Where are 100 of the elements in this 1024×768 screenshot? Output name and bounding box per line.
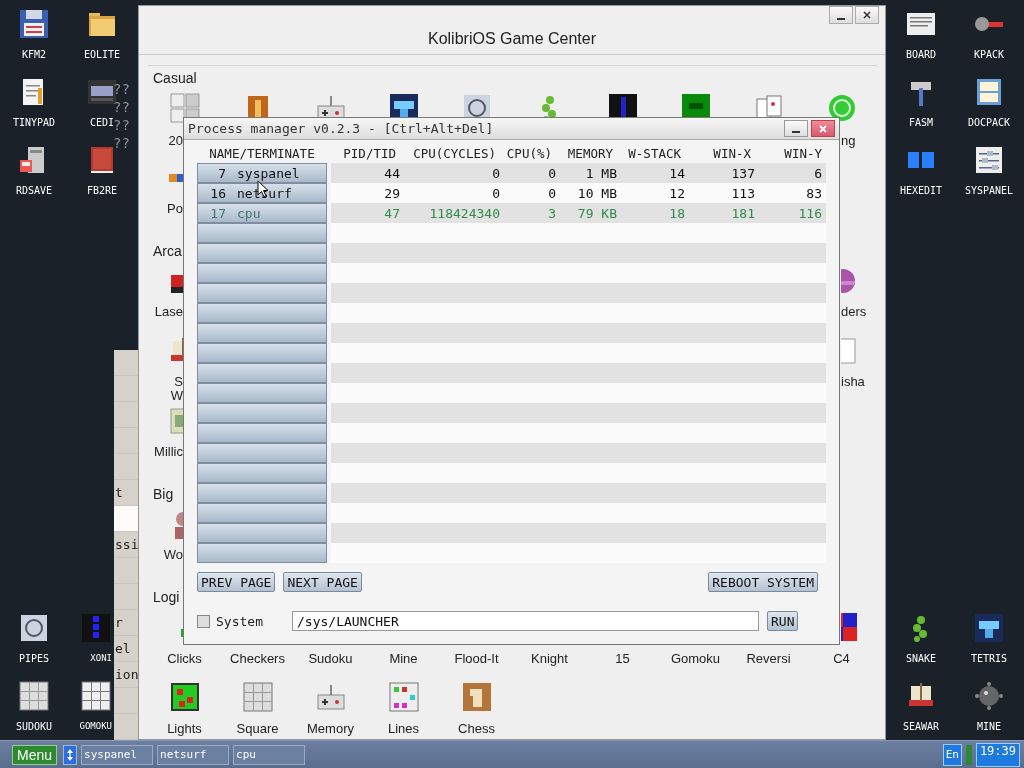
game-label[interactable]: Lights (167, 721, 202, 736)
ring-icon[interactable] (18, 612, 50, 644)
close-icon (862, 10, 872, 20)
game-label[interactable]: C4 (833, 651, 850, 666)
game-label[interactable]: Memory (307, 721, 354, 736)
desktop-icon-label[interactable]: TETRIS (970, 653, 1008, 664)
checkbox-label[interactable]: System (216, 613, 292, 629)
desktop-icon-label[interactable]: MINE (976, 721, 1002, 732)
number-tiles-icon[interactable] (168, 92, 201, 124)
game-label[interactable]: Lase (154, 305, 183, 319)
game-label[interactable]: ders (841, 305, 867, 319)
indicator-icon (965, 744, 972, 765)
close-button[interactable] (811, 120, 835, 137)
minimize-button[interactable] (829, 6, 853, 24)
empty-slot-button[interactable] (197, 503, 327, 523)
table-cell-text: 18 (668, 205, 685, 221)
game-label[interactable]: Mine (389, 651, 418, 666)
table-cell-text: 1 MB (584, 165, 617, 181)
run-button[interactable]: RUN (767, 611, 799, 631)
menu-button[interactable]: Menu (12, 744, 58, 765)
game-label[interactable]: S (174, 375, 183, 389)
empty-slot-button[interactable] (197, 243, 327, 263)
terminate-process-button[interactable]: 7 syspanel (197, 163, 327, 183)
number-grid-icon[interactable] (18, 680, 50, 712)
table-cell-text: 29 (383, 185, 400, 201)
spiked-ball-icon[interactable] (973, 680, 1005, 712)
language-button[interactable]: En (942, 743, 962, 766)
game-label[interactable]: Square (236, 721, 279, 736)
desktop-icon-label[interactable]: EOLITE (83, 49, 121, 60)
game-label[interactable]: Gomoku (670, 651, 721, 666)
empty-slot-button[interactable] (197, 483, 327, 503)
empty-slot-button[interactable] (197, 303, 327, 323)
close-button[interactable] (855, 6, 879, 24)
desktop-icon-label[interactable]: CEDI (89, 117, 115, 128)
desktop-icon-label[interactable]: HEXEDIT (899, 185, 943, 196)
game-label[interactable]: Flood-It (454, 651, 499, 666)
empty-slot-button[interactable] (197, 343, 327, 363)
reboot-system-button[interactable]: REBOOT SYSTEM (708, 572, 818, 592)
desktop-icon-label[interactable]: DOCPACK (967, 117, 1011, 128)
desktop-icon-label[interactable]: SYSPANEL (964, 185, 1014, 196)
game-label[interactable]: Reversi (746, 651, 791, 666)
desktop-icon-label[interactable]: SUDOKU (15, 721, 53, 732)
desktop-icon-label[interactable]: SNAKE (905, 653, 937, 664)
desktop-icon-label[interactable]: GOMOKU (79, 721, 112, 731)
game-label[interactable]: ng (841, 134, 856, 148)
empty-slot-button[interactable] (197, 423, 327, 443)
game-label[interactable]: Po (167, 202, 183, 216)
game-label[interactable]: Wo (163, 548, 183, 562)
light-grid-icon[interactable] (168, 681, 201, 713)
empty-slot-button[interactable] (197, 523, 327, 543)
game-label[interactable]: Sudoku (308, 651, 353, 666)
game-label[interactable]: Lines (387, 721, 420, 736)
game-label[interactable]: Knight (531, 651, 568, 666)
desktop-icon-label[interactable]: FB2RE (86, 185, 118, 196)
empty-slot-button[interactable] (197, 403, 327, 423)
checker-tile-icon[interactable] (840, 611, 859, 643)
game-label[interactable]: Chess (458, 721, 495, 736)
dot-grid-icon[interactable] (387, 681, 420, 713)
game-label[interactable]: Clicks (167, 651, 202, 666)
empty-slot-button[interactable] (197, 263, 327, 283)
game-label[interactable]: W (170, 389, 183, 403)
taskbar-task[interactable]: syspanel (81, 744, 154, 765)
grid-icon[interactable] (80, 680, 112, 712)
desktop-icon-label[interactable]: FASM (908, 117, 934, 128)
empty-slot-button[interactable] (197, 363, 327, 383)
game-label[interactable]: 20 (168, 134, 183, 148)
next-page-button[interactable]: NEXT PAGE (283, 572, 362, 592)
money-box-icon[interactable] (167, 405, 183, 437)
checkbox[interactable] (197, 614, 210, 628)
game-label[interactable]: Checkers (230, 651, 285, 666)
desktop-icon-label[interactable]: XONI (90, 653, 112, 663)
desktop-icon-label[interactable]: RDSAVE (15, 185, 53, 196)
game-label[interactable]: isha (841, 375, 865, 389)
table-cell-text: 10 MB (576, 185, 617, 201)
taskbar-task[interactable]: netsurf (157, 744, 230, 765)
knight-icon[interactable] (460, 681, 493, 713)
empty-slot-button[interactable] (197, 283, 327, 303)
game-label[interactable]: 15 (615, 651, 630, 666)
empty-slot-button[interactable] (197, 543, 327, 563)
minimize-button[interactable] (784, 120, 808, 137)
game-label[interactable]: Millic (154, 445, 183, 459)
desktop-icon-label[interactable]: PIPES (18, 653, 50, 664)
desktop-icon-label[interactable]: SEAWAR (902, 721, 940, 732)
desktop-icon-label[interactable]: KFM2 (21, 49, 47, 60)
empty-slot-button[interactable] (197, 463, 327, 483)
sliders-icon[interactable] (973, 144, 1005, 176)
empty-slot-button[interactable] (197, 443, 327, 463)
taskbar-task[interactable]: cpu (233, 744, 306, 765)
empty-slot-button[interactable] (197, 223, 327, 243)
desktop-icon-label[interactable]: KPACK (973, 49, 1005, 60)
column-header: NAME/TERMINATE (208, 146, 316, 163)
empty-slot-button[interactable] (197, 323, 327, 343)
previous-page-button[interactable]: PREV PAGE (197, 572, 276, 592)
empty-slot-button[interactable] (197, 383, 327, 403)
cube-icon[interactable] (973, 612, 1005, 644)
switch-button[interactable] (63, 744, 78, 765)
desktop-icon-label[interactable]: TINYPAD (12, 117, 56, 128)
command-field[interactable]: /sys/LAUNCHER (292, 611, 759, 631)
dotted-column-icon[interactable] (80, 612, 112, 644)
desktop-icon-label[interactable]: BOARD (905, 49, 937, 60)
